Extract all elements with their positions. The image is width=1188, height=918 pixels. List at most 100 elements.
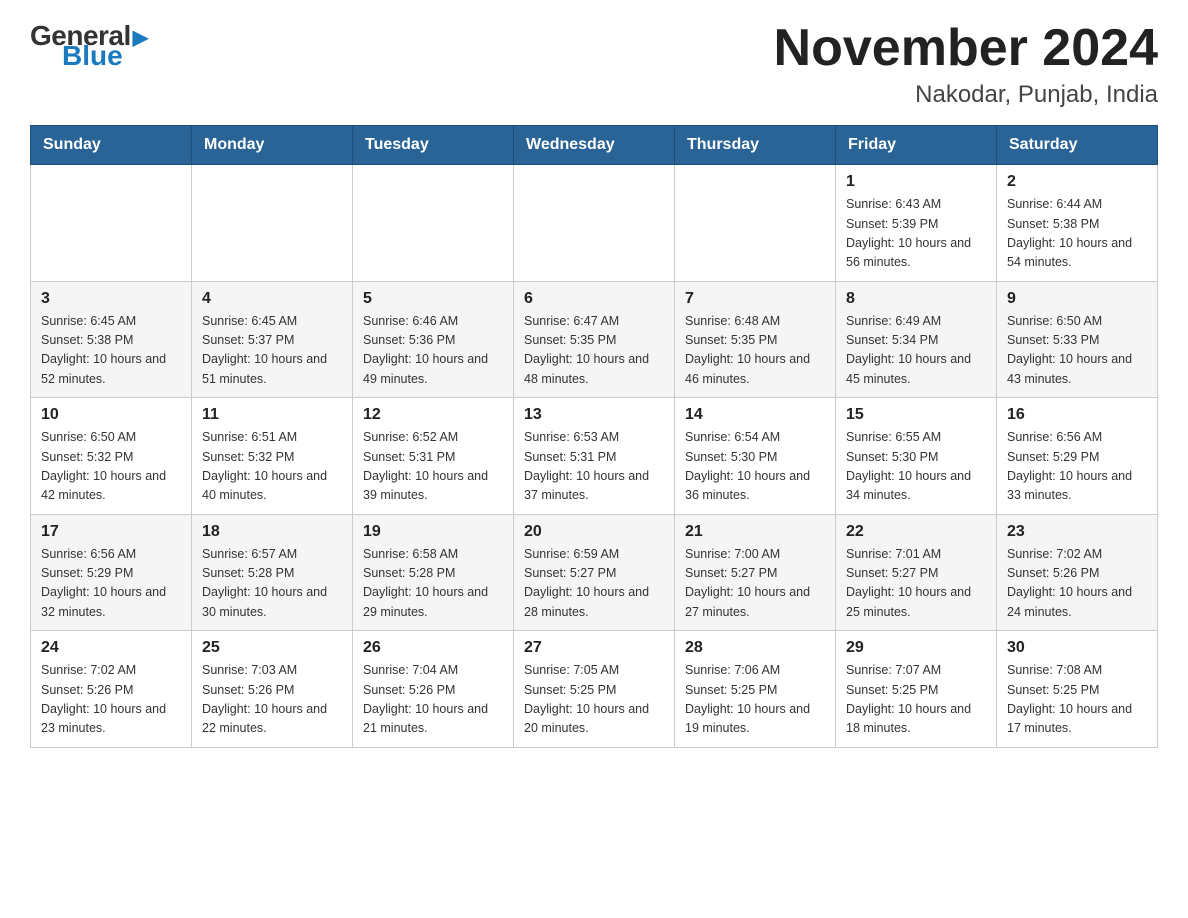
calendar-cell: 10 Sunrise: 6:50 AMSunset: 5:32 PMDayligh… <box>31 398 192 515</box>
day-number: 1 <box>846 173 986 191</box>
calendar-cell: 12Sunrise: 6:52 AMSunset: 5:31 PMDayligh… <box>353 398 514 515</box>
calendar-cell: 24Sunrise: 7:02 AMSunset: 5:26 PMDayligh… <box>31 631 192 748</box>
calendar-cell: 30 Sunrise: 7:08 AMSunset: 5:25 PMDayligh… <box>997 631 1158 748</box>
day-number: 30 <box>1007 639 1147 657</box>
day-info: Sunrise: 7:04 AMSunset: 5:26 PMDaylight:… <box>363 661 503 739</box>
day-info: Sunrise: 6:51 AMSunset: 5:32 PMDaylight:… <box>202 428 342 506</box>
calendar-subtitle: Nakodar, Punjab, India <box>774 81 1158 109</box>
calendar-cell: 28 Sunrise: 7:06 AMSunset: 5:25 PMDayligh… <box>675 631 836 748</box>
calendar-cell: 8Sunrise: 6:49 AMSunset: 5:34 PMDaylight… <box>836 281 997 398</box>
day-info: Sunrise: 7:01 AMSunset: 5:27 PMDaylight:… <box>846 545 986 623</box>
week-row-1: 1 Sunrise: 6:43 AMSunset: 5:39 PMDaylight… <box>31 165 1158 282</box>
logo: General▶ Blue <box>30 20 148 72</box>
calendar-header-row: SundayMondayTuesdayWednesdayThursdayFrid… <box>31 126 1158 165</box>
day-number: 15 <box>846 406 986 424</box>
day-info: Sunrise: 6:48 AMSunset: 5:35 PMDaylight:… <box>685 312 825 390</box>
calendar-cell <box>675 165 836 282</box>
day-number: 12 <box>363 406 503 424</box>
day-number: 10 <box>41 406 181 424</box>
calendar-cell: 3 Sunrise: 6:45 AMSunset: 5:38 PMDaylight… <box>31 281 192 398</box>
day-info: Sunrise: 7:06 AMSunset: 5:25 PMDaylight:… <box>685 661 825 739</box>
day-info: Sunrise: 6:55 AMSunset: 5:30 PMDaylight:… <box>846 428 986 506</box>
weekday-header-friday: Friday <box>836 126 997 165</box>
day-info: Sunrise: 6:59 AMSunset: 5:27 PMDaylight:… <box>524 545 664 623</box>
calendar-cell: 5 Sunrise: 6:46 AMSunset: 5:36 PMDaylight… <box>353 281 514 398</box>
calendar-cell: 27Sunrise: 7:05 AMSunset: 5:25 PMDayligh… <box>514 631 675 748</box>
day-info: Sunrise: 6:57 AMSunset: 5:28 PMDaylight:… <box>202 545 342 623</box>
calendar-cell: 13 Sunrise: 6:53 AMSunset: 5:31 PMDayligh… <box>514 398 675 515</box>
day-number: 21 <box>685 523 825 541</box>
day-number: 27 <box>524 639 664 657</box>
week-row-4: 17 Sunrise: 6:56 AMSunset: 5:29 PMDayligh… <box>31 514 1158 631</box>
day-number: 20 <box>524 523 664 541</box>
day-info: Sunrise: 6:54 AMSunset: 5:30 PMDaylight:… <box>685 428 825 506</box>
day-number: 19 <box>363 523 503 541</box>
weekday-header-wednesday: Wednesday <box>514 126 675 165</box>
calendar-cell: 15 Sunrise: 6:55 AMSunset: 5:30 PMDayligh… <box>836 398 997 515</box>
calendar-cell: 14Sunrise: 6:54 AMSunset: 5:30 PMDayligh… <box>675 398 836 515</box>
day-number: 23 <box>1007 523 1147 541</box>
day-info: Sunrise: 6:53 AMSunset: 5:31 PMDaylight:… <box>524 428 664 506</box>
day-number: 22 <box>846 523 986 541</box>
calendar-cell: 16Sunrise: 6:56 AMSunset: 5:29 PMDayligh… <box>997 398 1158 515</box>
calendar-cell: 22 Sunrise: 7:01 AMSunset: 5:27 PMDayligh… <box>836 514 997 631</box>
calendar-cell: 9 Sunrise: 6:50 AMSunset: 5:33 PMDaylight… <box>997 281 1158 398</box>
day-number: 3 <box>41 290 181 308</box>
day-info: Sunrise: 6:56 AMSunset: 5:29 PMDaylight:… <box>1007 428 1147 506</box>
weekday-header-monday: Monday <box>192 126 353 165</box>
week-row-3: 10 Sunrise: 6:50 AMSunset: 5:32 PMDayligh… <box>31 398 1158 515</box>
day-number: 25 <box>202 639 342 657</box>
day-info: Sunrise: 6:47 AMSunset: 5:35 PMDaylight:… <box>524 312 664 390</box>
day-number: 29 <box>846 639 986 657</box>
calendar-cell: 7Sunrise: 6:48 AMSunset: 5:35 PMDaylight… <box>675 281 836 398</box>
week-row-5: 24Sunrise: 7:02 AMSunset: 5:26 PMDayligh… <box>31 631 1158 748</box>
day-info: Sunrise: 7:03 AMSunset: 5:26 PMDaylight:… <box>202 661 342 739</box>
day-info: Sunrise: 6:56 AMSunset: 5:29 PMDaylight:… <box>41 545 181 623</box>
day-info: Sunrise: 7:02 AMSunset: 5:26 PMDaylight:… <box>1007 545 1147 623</box>
calendar-cell: 23 Sunrise: 7:02 AMSunset: 5:26 PMDayligh… <box>997 514 1158 631</box>
calendar-cell: 4 Sunrise: 6:45 AMSunset: 5:37 PMDaylight… <box>192 281 353 398</box>
calendar-cell: 21 Sunrise: 7:00 AMSunset: 5:27 PMDayligh… <box>675 514 836 631</box>
week-row-2: 3 Sunrise: 6:45 AMSunset: 5:38 PMDaylight… <box>31 281 1158 398</box>
day-info: Sunrise: 7:00 AMSunset: 5:27 PMDaylight:… <box>685 545 825 623</box>
day-info: Sunrise: 6:44 AMSunset: 5:38 PMDaylight:… <box>1007 195 1147 273</box>
title-block: November 2024 Nakodar, Punjab, India <box>774 20 1158 109</box>
day-info: Sunrise: 7:07 AMSunset: 5:25 PMDaylight:… <box>846 661 986 739</box>
logo-blue-text: Blue <box>62 40 123 72</box>
calendar-cell: 1 Sunrise: 6:43 AMSunset: 5:39 PMDaylight… <box>836 165 997 282</box>
calendar-cell: 25 Sunrise: 7:03 AMSunset: 5:26 PMDayligh… <box>192 631 353 748</box>
day-info: Sunrise: 7:08 AMSunset: 5:25 PMDaylight:… <box>1007 661 1147 739</box>
weekday-header-tuesday: Tuesday <box>353 126 514 165</box>
calendar-cell: 2Sunrise: 6:44 AMSunset: 5:38 PMDaylight… <box>997 165 1158 282</box>
calendar-cell <box>514 165 675 282</box>
page-header: General▶ Blue November 2024 Nakodar, Pun… <box>30 20 1158 109</box>
calendar-cell: 26 Sunrise: 7:04 AMSunset: 5:26 PMDayligh… <box>353 631 514 748</box>
day-info: Sunrise: 6:46 AMSunset: 5:36 PMDaylight:… <box>363 312 503 390</box>
calendar-cell: 20 Sunrise: 6:59 AMSunset: 5:27 PMDayligh… <box>514 514 675 631</box>
calendar-table: SundayMondayTuesdayWednesdayThursdayFrid… <box>30 125 1158 748</box>
day-info: Sunrise: 6:50 AMSunset: 5:33 PMDaylight:… <box>1007 312 1147 390</box>
day-number: 17 <box>41 523 181 541</box>
calendar-cell: 18 Sunrise: 6:57 AMSunset: 5:28 PMDayligh… <box>192 514 353 631</box>
day-info: Sunrise: 6:49 AMSunset: 5:34 PMDaylight:… <box>846 312 986 390</box>
day-number: 26 <box>363 639 503 657</box>
calendar-cell: 19Sunrise: 6:58 AMSunset: 5:28 PMDayligh… <box>353 514 514 631</box>
day-info: Sunrise: 6:50 AMSunset: 5:32 PMDaylight:… <box>41 428 181 506</box>
weekday-header-sunday: Sunday <box>31 126 192 165</box>
calendar-cell <box>192 165 353 282</box>
day-number: 5 <box>363 290 503 308</box>
calendar-cell <box>31 165 192 282</box>
day-info: Sunrise: 6:45 AMSunset: 5:38 PMDaylight:… <box>41 312 181 390</box>
calendar-title: November 2024 <box>774 20 1158 77</box>
day-number: 6 <box>524 290 664 308</box>
day-number: 28 <box>685 639 825 657</box>
weekday-header-saturday: Saturday <box>997 126 1158 165</box>
day-number: 13 <box>524 406 664 424</box>
day-info: Sunrise: 6:45 AMSunset: 5:37 PMDaylight:… <box>202 312 342 390</box>
day-info: Sunrise: 6:43 AMSunset: 5:39 PMDaylight:… <box>846 195 986 273</box>
day-number: 9 <box>1007 290 1147 308</box>
day-number: 4 <box>202 290 342 308</box>
calendar-cell: 11Sunrise: 6:51 AMSunset: 5:32 PMDayligh… <box>192 398 353 515</box>
day-number: 18 <box>202 523 342 541</box>
calendar-cell <box>353 165 514 282</box>
